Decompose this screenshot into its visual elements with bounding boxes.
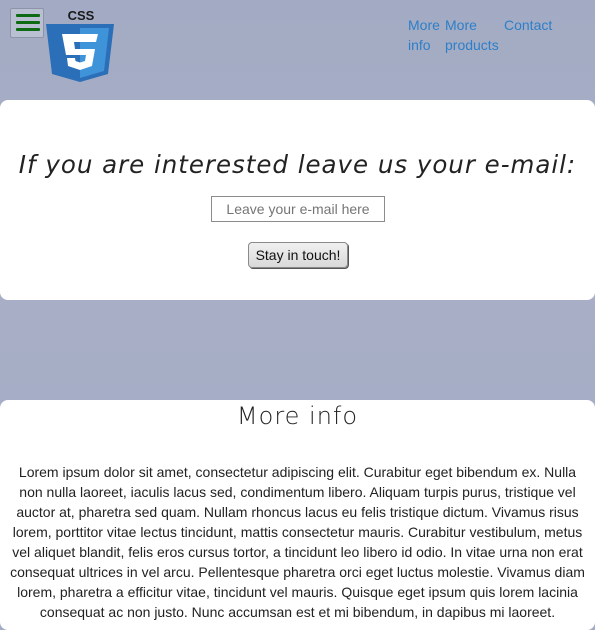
more-info-heading: More info bbox=[236, 402, 359, 430]
more-info-body-text: Lorem ipsum dolor sit amet, consectetur … bbox=[10, 464, 585, 620]
top-navigation: More info More products Contact bbox=[408, 15, 595, 65]
css3-logo-icon: CSS bbox=[46, 8, 114, 82]
stay-in-touch-button[interactable]: Stay in touch! bbox=[248, 242, 348, 268]
nav-link-more-products[interactable]: More products bbox=[445, 15, 505, 55]
nav-link-more-info[interactable]: More info bbox=[408, 15, 440, 55]
nav-link-contact[interactable]: Contact bbox=[504, 15, 552, 35]
email-input[interactable] bbox=[211, 196, 385, 222]
more-info-card: More info Lorem ipsum dolor sit amet, co… bbox=[0, 400, 595, 630]
menu-button[interactable] bbox=[10, 8, 44, 38]
hamburger-icon-bar bbox=[16, 14, 40, 17]
hamburger-icon-bar bbox=[16, 21, 40, 24]
newsletter-signup-card: If you are interested leave us your e-ma… bbox=[0, 100, 595, 300]
signup-heading: If you are interested leave us your e-ma… bbox=[18, 150, 577, 179]
hamburger-icon-bar bbox=[16, 28, 40, 31]
logo-text: CSS bbox=[68, 8, 95, 23]
